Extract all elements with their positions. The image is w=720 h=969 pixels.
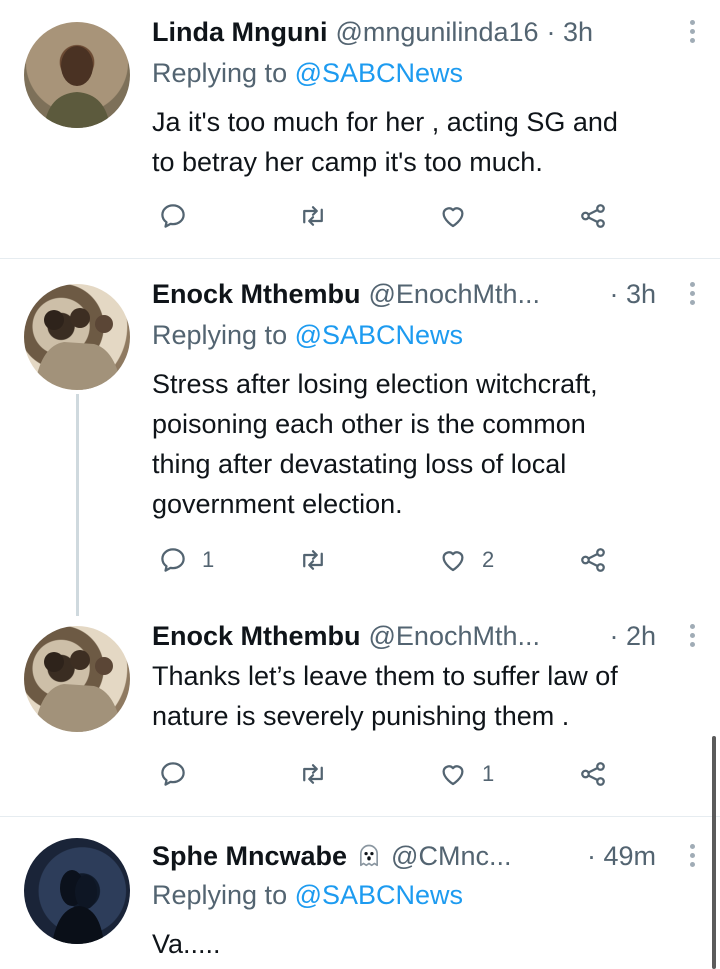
share-button[interactable] [578,754,608,794]
like-count: 1 [482,761,495,786]
tweet-text-line: poisoning each other is the common [152,409,586,439]
retweet-button[interactable] [298,754,328,794]
tweet-text-line: Va..... [152,929,221,959]
more-options-icon[interactable] [684,620,700,652]
display-name[interactable]: Sphe Mncwabe [152,841,347,872]
display-name[interactable]: Linda Mnguni [152,17,327,48]
reply-button[interactable]: 1 [158,540,214,580]
retweet-button[interactable] [298,540,328,580]
share-icon [581,204,605,228]
like-button[interactable]: 1 [438,754,494,794]
replying-prefix: Replying to [152,880,295,910]
reply-icon [161,204,185,228]
avatar[interactable] [24,284,130,390]
mention-link[interactable]: @SABCNews [295,320,463,350]
like-button[interactable]: 2 [438,540,494,580]
like-count: 2 [482,547,495,572]
heart-icon [442,207,464,228]
divider [0,816,720,817]
share-icon [581,548,605,572]
avatar-image [52,870,104,944]
avatar-image [34,308,122,390]
tweet-text-line: nature is severely punishing them . [152,701,570,731]
ghost-emoji-icon [355,842,383,870]
replying-to: Replying to @SABCNews [152,320,463,351]
tweet-actions [150,196,650,236]
retweet-button[interactable] [298,196,328,236]
tweet-text-line: Thanks let’s leave them to suffer law of [152,661,618,691]
display-name[interactable]: Enock Mthembu [152,621,361,652]
tweet-actions: 1 2 [150,540,650,580]
user-handle[interactable]: @mngunilinda16 [335,17,538,48]
avatar-image [44,46,110,128]
timestamp[interactable]: · 3h [609,279,656,310]
timestamp[interactable]: · 2h [609,621,656,652]
tweet-header: Sphe Mncwabe @CMnc... · 49m [152,838,700,874]
retweet-icon [303,550,323,570]
reply-icon [161,762,185,786]
replying-prefix: Replying to [152,320,295,350]
tweet-text-line: thing after devastating loss of local [152,449,567,479]
like-button[interactable] [438,196,468,236]
mention-link[interactable]: @SABCNews [295,58,463,88]
tweet-text: Thanks let’s leave them to suffer law of… [152,656,700,736]
thread-connector-line [76,394,79,616]
avatar[interactable] [24,22,130,128]
tweet-text: Stress after losing election witchcraft,… [152,364,700,524]
avatar-image [34,650,122,732]
avatar[interactable] [24,838,130,944]
reply-icon [161,548,185,572]
scrollbar[interactable] [712,736,716,969]
retweet-icon [303,764,323,784]
tweet-text-line: Stress after losing election witchcraft, [152,369,598,399]
timestamp[interactable]: · 3h [547,17,594,48]
heart-icon [442,551,464,572]
replying-prefix: Replying to [152,58,295,88]
retweet-icon [303,206,323,226]
tweet-text: Va..... [152,924,700,964]
share-icon [581,762,605,786]
tweet-text: Ja it's too much for her , acting SG and… [152,102,700,182]
tweet-text-line: to betray her camp it's too much. [152,147,543,177]
tweet-header: Linda Mnguni @mngunilinda16 · 3h [152,14,700,50]
reply-button[interactable] [158,754,188,794]
tweet-text-line: government election. [152,489,403,519]
reply-button[interactable] [158,196,188,236]
mention-link[interactable]: @SABCNews [295,880,463,910]
more-options-icon[interactable] [684,16,700,48]
tweet-text-line: Ja it's too much for her , acting SG and [152,107,618,137]
share-button[interactable] [578,196,608,236]
more-options-icon[interactable] [684,278,700,310]
timestamp[interactable]: · 49m [587,841,656,872]
user-handle[interactable]: @EnochMth... [369,279,540,310]
replying-to: Replying to @SABCNews [152,58,463,89]
tweet-actions: 1 [150,754,650,794]
share-button[interactable] [578,540,608,580]
heart-icon [442,765,464,786]
user-handle[interactable]: @CMnc... [391,841,511,872]
reply-count: 1 [202,547,215,572]
more-options-icon[interactable] [684,840,700,872]
divider [0,258,720,259]
tweet-header: Enock Mthembu @EnochMth... · 2h [152,618,700,654]
tweet-header: Enock Mthembu @EnochMth... · 3h [152,276,700,312]
avatar[interactable] [24,626,130,732]
display-name[interactable]: Enock Mthembu [152,279,361,310]
replying-to: Replying to @SABCNews [152,880,463,911]
user-handle[interactable]: @EnochMth... [369,621,540,652]
